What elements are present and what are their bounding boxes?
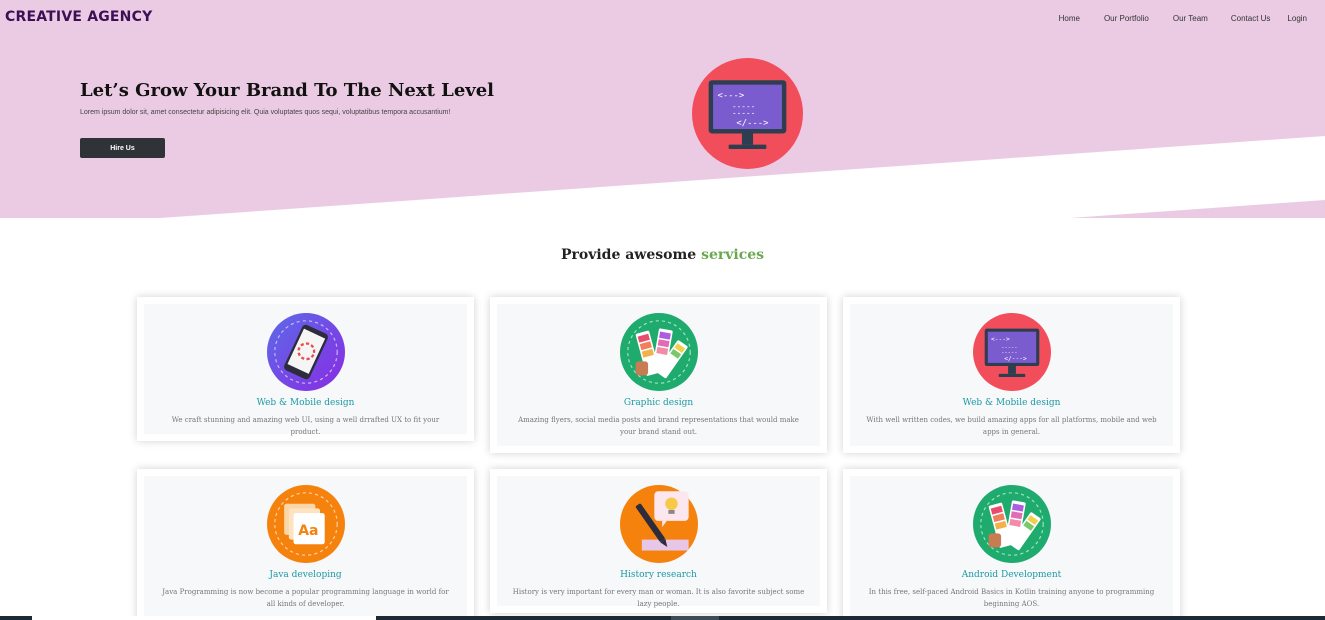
service-card-body: Android Development In this free, self-p… [850,476,1173,618]
nav-login[interactable]: Login [1287,14,1307,23]
service-card-body: Web & Mobile design We craft stunning an… [144,304,467,436]
service-card-body: <---> ----- ----- </---> Web & Mobile de… [850,304,1173,446]
service-desc: In this free, self-paced Android Basics … [868,588,1155,608]
service-card[interactable]: Aa Java developing Java Programming is n… [137,469,474,620]
service-desc: History is very important for every man … [512,588,805,608]
service-card[interactable]: History research History is very importa… [490,469,827,613]
bottom-scroll-marker [671,616,719,620]
services-title-accent: services [701,247,765,263]
hero-title: Let’s Grow Your Brand To The Next Level [80,80,495,101]
service-card-body: Aa Java developing Java Programming is n… [144,476,467,618]
service-desc: We craft stunning and amazing web UI, us… [171,416,440,436]
nav-team[interactable]: Our Team [1173,14,1208,23]
bottom-scroll-thumb[interactable] [32,616,376,620]
svg-text:<--->: <---> [990,336,1009,343]
hire-us-button[interactable]: Hire Us [80,138,165,158]
service-title: Web & Mobile design [256,398,355,408]
monitor-code-icon: <---> ----- ----- </---> [972,313,1051,391]
service-desc: Java Programming is now become a popular… [162,588,449,608]
services-title: Provide awesome services [0,247,1325,263]
service-title: Graphic design [623,398,694,408]
service-card-body: Graphic design Amazing flyers, social me… [497,304,820,446]
svg-text:</--->: </---> [1004,356,1027,363]
color-palette-icon [619,313,698,391]
service-card[interactable]: Android Development In this free, self-p… [843,469,1180,620]
service-title: Web & Mobile design [962,398,1061,408]
top-nav: Home Our Portfolio Our Team Contact Us L… [1059,14,1307,23]
service-card[interactable]: Graphic design Amazing flyers, social me… [490,297,827,453]
service-title: History research [620,570,697,580]
brand-logo[interactable]: CREATIVE AGENCY [5,9,152,25]
services-title-main: Provide awesome [560,247,697,263]
svg-text:</--->: </---> [736,119,768,129]
mobile-phone-icon [266,313,345,391]
nav-contact[interactable]: Contact Us [1231,14,1271,23]
svg-text:-----: ----- [732,109,755,118]
nav-portfolio[interactable]: Our Portfolio [1104,14,1149,23]
monitor-code-icon: <---> ----- ----- </---> [692,58,803,169]
pen-idea-icon [619,485,698,563]
service-title: Android Development [961,570,1062,580]
hero-text: Lorem ipsum dolor sit, amet consectetur … [80,109,451,116]
nav-home[interactable]: Home [1059,14,1080,23]
service-desc: With well written codes, we build amazin… [866,416,1157,436]
service-desc: Amazing flyers, social media posts and b… [518,416,799,436]
font-files-icon: Aa [266,485,345,563]
color-palette-icon [972,485,1051,563]
service-title: Java developing [269,570,342,580]
service-card[interactable]: <---> ----- ----- </---> Web & Mobile de… [843,297,1180,453]
svg-text:<--->: <---> [718,91,745,101]
svg-text:Aa: Aa [298,523,318,539]
service-card[interactable]: Web & Mobile design We craft stunning an… [137,297,474,441]
svg-text:-----: ----- [1001,350,1017,356]
service-card-body: History research History is very importa… [497,476,820,608]
